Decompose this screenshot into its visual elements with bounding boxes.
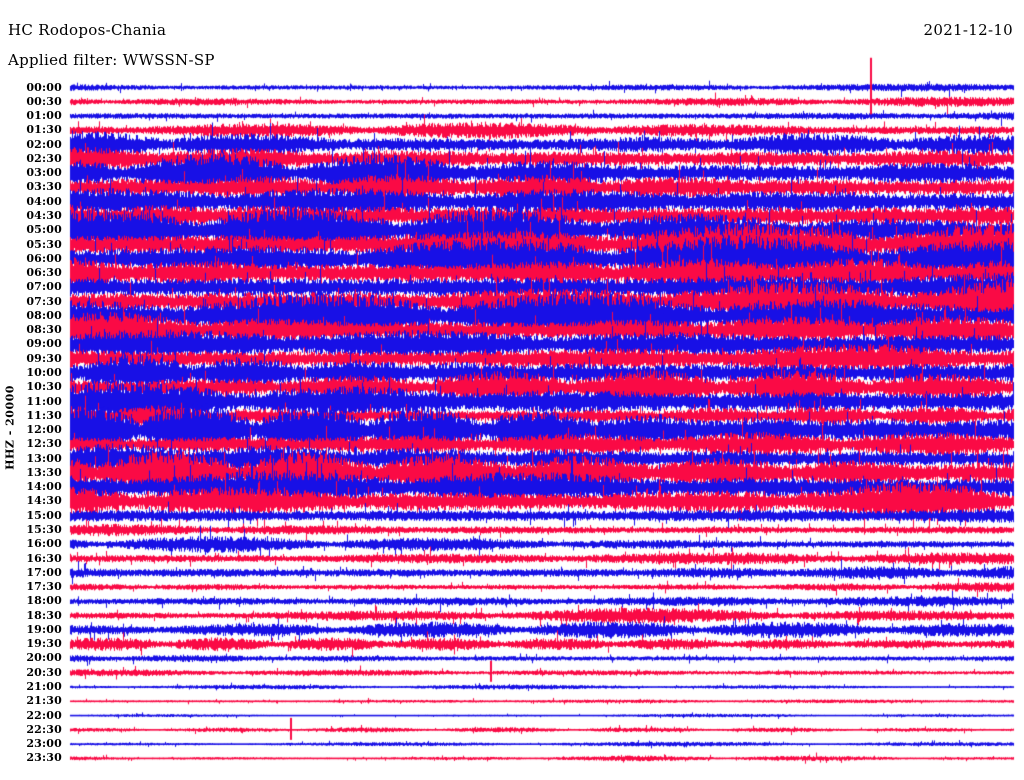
time-label-10-00: 10:00 [0, 367, 62, 379]
time-label-17-00: 17:00 [0, 567, 62, 579]
time-label-18-30: 18:30 [0, 610, 62, 622]
time-label-15-00: 15:00 [0, 510, 62, 522]
time-label-16-00: 16:00 [0, 538, 62, 550]
time-label-04-00: 04:00 [0, 196, 62, 208]
time-label-22-00: 22:00 [0, 710, 62, 722]
time-label-08-00: 08:00 [0, 310, 62, 322]
time-label-07-00: 07:00 [0, 281, 62, 293]
time-label-01-30: 01:30 [0, 124, 62, 136]
station-title: HC Rodopos-Chania [8, 21, 166, 39]
time-label-20-30: 20:30 [0, 667, 62, 679]
time-label-18-00: 18:00 [0, 595, 62, 607]
date-label: 2021-12-10 [924, 21, 1013, 39]
time-label-02-30: 02:30 [0, 153, 62, 165]
time-label-12-00: 12:00 [0, 424, 62, 436]
time-label-06-00: 06:00 [0, 253, 62, 265]
time-label-19-30: 19:30 [0, 638, 62, 650]
seismogram-trace-canvas [0, 0, 1024, 780]
time-label-16-30: 16:30 [0, 553, 62, 565]
time-label-23-30: 23:30 [0, 752, 62, 764]
time-label-03-00: 03:00 [0, 167, 62, 179]
time-label-02-00: 02:00 [0, 139, 62, 151]
time-label-20-00: 20:00 [0, 652, 62, 664]
time-label-23-00: 23:00 [0, 738, 62, 750]
time-label-13-00: 13:00 [0, 453, 62, 465]
time-label-09-30: 09:30 [0, 353, 62, 365]
time-label-14-00: 14:00 [0, 481, 62, 493]
time-label-12-30: 12:30 [0, 438, 62, 450]
time-label-01-00: 01:00 [0, 110, 62, 122]
time-label-03-30: 03:30 [0, 181, 62, 193]
time-label-15-30: 15:30 [0, 524, 62, 536]
helicorder-page: HC Rodopos-Chania 2021-12-10 Applied fil… [0, 0, 1024, 780]
time-label-08-30: 08:30 [0, 324, 62, 336]
time-label-00-00: 00:00 [0, 82, 62, 94]
time-label-14-30: 14:30 [0, 495, 62, 507]
time-label-17-30: 17:30 [0, 581, 62, 593]
time-label-11-00: 11:00 [0, 396, 62, 408]
time-label-10-30: 10:30 [0, 381, 62, 393]
time-label-04-30: 04:30 [0, 210, 62, 222]
time-label-13-30: 13:30 [0, 467, 62, 479]
time-label-09-00: 09:00 [0, 338, 62, 350]
time-label-22-30: 22:30 [0, 724, 62, 736]
filter-label: Applied filter: WWSSN-SP [8, 51, 215, 69]
time-label-07-30: 07:30 [0, 296, 62, 308]
time-label-05-00: 05:00 [0, 224, 62, 236]
time-label-05-30: 05:30 [0, 239, 62, 251]
time-label-21-30: 21:30 [0, 695, 62, 707]
time-label-06-30: 06:30 [0, 267, 62, 279]
time-label-21-00: 21:00 [0, 681, 62, 693]
time-label-00-30: 00:30 [0, 96, 62, 108]
time-label-11-30: 11:30 [0, 410, 62, 422]
time-label-19-00: 19:00 [0, 624, 62, 636]
